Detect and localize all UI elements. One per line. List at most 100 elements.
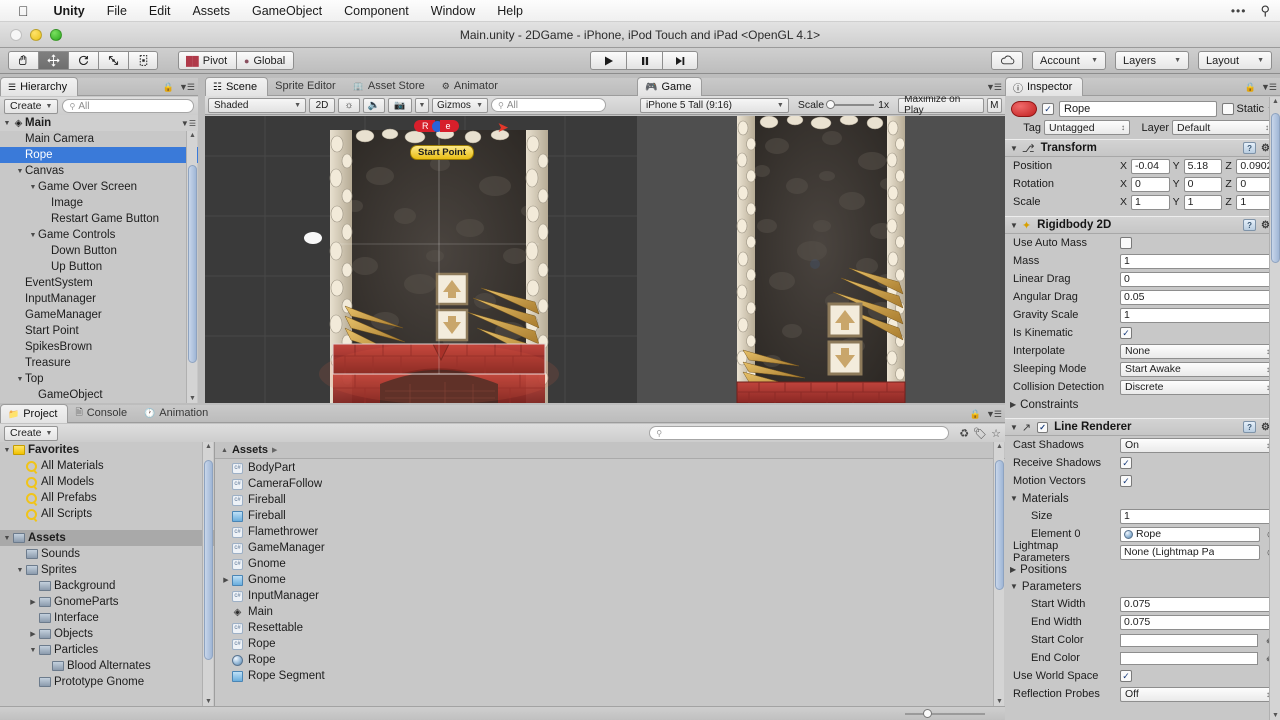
text-input[interactable]: 0 — [1120, 271, 1275, 287]
project-tree-item[interactable]: ▶All Models — [0, 474, 214, 490]
scroll-up-icon[interactable]: ▲ — [996, 443, 1003, 450]
inspector-body[interactable]: ✓ Rope Static ▼ Tag Untagged ↕ Layer Def… — [1005, 97, 1280, 720]
help-icon[interactable]: ? — [1243, 142, 1257, 154]
tab-project[interactable]: 📁 Project — [0, 404, 69, 423]
project-asset-item[interactable]: ▶c#Rope — [215, 636, 993, 652]
text-input[interactable]: 0.075 — [1120, 596, 1275, 612]
project-asset-item[interactable]: ▶c#Gnome — [215, 556, 993, 572]
effects-dropdown-button[interactable]: ▼ — [415, 97, 429, 113]
scroll-up-icon[interactable]: ▲ — [189, 132, 196, 139]
project-tree-scroll-thumb[interactable] — [204, 460, 213, 660]
scene-menu-icon[interactable]: ▼☰ — [181, 119, 196, 128]
favorite-star-icon[interactable]: ☆ — [991, 427, 1001, 440]
pause-button[interactable] — [626, 51, 662, 70]
property-checkbox[interactable]: ✓ — [1120, 457, 1132, 469]
pivot-toggle-button[interactable]: ██ Pivot — [178, 51, 236, 70]
gizmos-dropdown[interactable]: Gizmos ▼ — [432, 97, 488, 113]
disclosure-triangle-icon[interactable]: ▼ — [2, 120, 12, 127]
project-tree-item[interactable]: ▶Background — [0, 578, 214, 594]
vector-y-input[interactable]: 5.18 — [1183, 158, 1223, 174]
project-tree-scrollbar[interactable]: ▲ ▼ — [202, 442, 213, 706]
vector-x-input[interactable]: -0.04 — [1131, 158, 1170, 174]
play-button[interactable] — [590, 51, 626, 70]
component-enabled-checkbox[interactable]: ✓ — [1037, 421, 1049, 433]
enum-dropdown[interactable]: Discrete ↕ — [1120, 379, 1275, 395]
project-tree-item[interactable]: ▶All Scripts — [0, 506, 214, 522]
text-input[interactable]: 1 — [1120, 253, 1275, 269]
tab-asset-store[interactable]: 🏢 Asset Store — [346, 77, 435, 95]
disclosure-triangle-icon[interactable]: ▼ — [28, 184, 38, 191]
gameobject-enabled-checkbox[interactable]: ✓ — [1042, 103, 1054, 115]
disclosure-triangle-icon[interactable]: ▼ — [15, 567, 25, 574]
disclosure-triangle-icon[interactable]: ▶ — [28, 630, 38, 638]
project-zoom-knob[interactable] — [923, 708, 932, 718]
project-tree-item[interactable]: ▶Sounds — [0, 546, 214, 562]
menu-item-assets[interactable]: Assets — [181, 0, 241, 22]
scroll-down-icon[interactable]: ▼ — [205, 698, 212, 705]
property-checkbox[interactable]: ✓ — [1120, 327, 1132, 339]
disclosure-triangle-icon[interactable]: ▶ — [28, 598, 38, 606]
control-center-icon[interactable]: ••• — [1231, 4, 1247, 18]
project-asset-item[interactable]: ▶◈Main — [215, 604, 993, 620]
disclosure-triangle-icon[interactable]: ▼ — [1010, 582, 1018, 591]
disclosure-triangle-icon[interactable]: ▶ — [1010, 400, 1016, 409]
menu-item-unity[interactable]: Unity — [43, 0, 96, 22]
menu-item-window[interactable]: Window — [420, 0, 486, 22]
enum-dropdown[interactable]: Start Awake ↕ — [1120, 361, 1275, 377]
hierarchy-item[interactable]: ▼Treasure — [0, 355, 198, 371]
global-toggle-button[interactable]: ● Global — [236, 51, 294, 70]
property-checkbox[interactable]: ✓ — [1120, 475, 1132, 487]
hierarchy-item[interactable]: ▼Down Button — [0, 243, 198, 259]
text-input[interactable]: 1 — [1120, 307, 1275, 323]
tab-hierarchy[interactable]: ☰ Hierarchy — [0, 77, 79, 96]
spotlight-search-icon[interactable]: ⚲ — [1260, 3, 1270, 19]
project-zoom-slider[interactable] — [905, 708, 985, 718]
project-tree-item[interactable]: ▶All Materials — [0, 458, 214, 474]
project-tree-item[interactable]: ▶ Objects — [0, 626, 214, 642]
disclosure-triangle-icon[interactable]: ▼ — [1010, 494, 1018, 503]
tab-animation[interactable]: 🕐 Animation — [137, 404, 218, 422]
game-viewport[interactable] — [637, 116, 1005, 403]
effects-toggle-button[interactable]: 📷 — [388, 97, 412, 113]
property-checkbox[interactable] — [1120, 237, 1132, 249]
hierarchy-list[interactable]: ▼ ◈ Main ▼☰ ▼Main Camera▼Rope▼Canvas▼Gam… — [0, 115, 198, 403]
scroll-up-icon[interactable]: ▲ — [221, 447, 228, 454]
project-tree-item[interactable]: ▼ Particles — [0, 642, 214, 658]
hierarchy-item[interactable]: ▼Up Button — [0, 259, 198, 275]
property-foldout[interactable]: ▼ Materials — [1005, 490, 1280, 507]
move-gizmo-arrow-icon[interactable]: ➤ — [497, 119, 509, 136]
scroll-down-icon[interactable]: ▼ — [1272, 712, 1279, 719]
menu-item-edit[interactable]: Edit — [138, 0, 182, 22]
game-scale-slider[interactable]: Scale 1x — [798, 99, 889, 111]
hierarchy-item[interactable]: ▼Start Point — [0, 323, 198, 339]
project-asset-item[interactable]: ▶Rope Segment — [215, 668, 993, 684]
property-foldout[interactable]: ▶ Constraints — [1005, 396, 1280, 413]
panel-menu-icon[interactable]: ▼☰ — [986, 82, 1002, 93]
object-field[interactable]: Rope — [1120, 526, 1261, 542]
disclosure-triangle-icon[interactable]: ▶ — [1010, 565, 1016, 574]
property-foldout[interactable]: ▶ Positions — [1005, 561, 1280, 578]
inspector-scrollbar[interactable]: ▲ ▼ — [1269, 97, 1280, 720]
hierarchy-create-button[interactable]: Create ▼ — [4, 98, 59, 114]
disclosure-triangle-icon[interactable]: ▼ — [15, 168, 25, 175]
disclosure-triangle-icon[interactable]: ▼ — [1010, 423, 1018, 432]
project-search-input[interactable]: ⚲ — [649, 426, 950, 440]
layout-button[interactable]: Layout ▼ — [1198, 51, 1272, 70]
project-asset-item[interactable]: ▶c#CameraFollow — [215, 476, 993, 492]
project-asset-item[interactable]: ▶Fireball — [215, 508, 993, 524]
layer-dropdown[interactable]: Default ↕ — [1172, 120, 1274, 135]
panel-menu-icon[interactable]: ▼☰ — [179, 82, 195, 93]
disclosure-triangle-icon[interactable]: ▼ — [1010, 144, 1018, 153]
filter-by-label-icon[interactable]: 🏷 — [973, 427, 987, 440]
scale-tool-button[interactable] — [98, 51, 128, 70]
static-toggle[interactable]: Static ▼ — [1221, 103, 1274, 115]
project-asset-item[interactable]: ▶c#InputManager — [215, 588, 993, 604]
vector-y-input[interactable]: 0 — [1183, 176, 1223, 192]
filter-by-type-icon[interactable]: ♻ — [959, 427, 969, 440]
hierarchy-scene-root[interactable]: ▼ ◈ Main ▼☰ — [0, 115, 198, 131]
hierarchy-item[interactable]: ▼ Game Over Screen — [0, 179, 198, 195]
gameobject-name-field[interactable]: Rope — [1059, 101, 1217, 117]
help-icon[interactable]: ? — [1243, 219, 1257, 231]
scroll-down-icon[interactable]: ▼ — [996, 698, 1003, 705]
component-header[interactable]: ▼ ✦ Rigidbody 2D? ⚙▾ — [1005, 216, 1280, 234]
